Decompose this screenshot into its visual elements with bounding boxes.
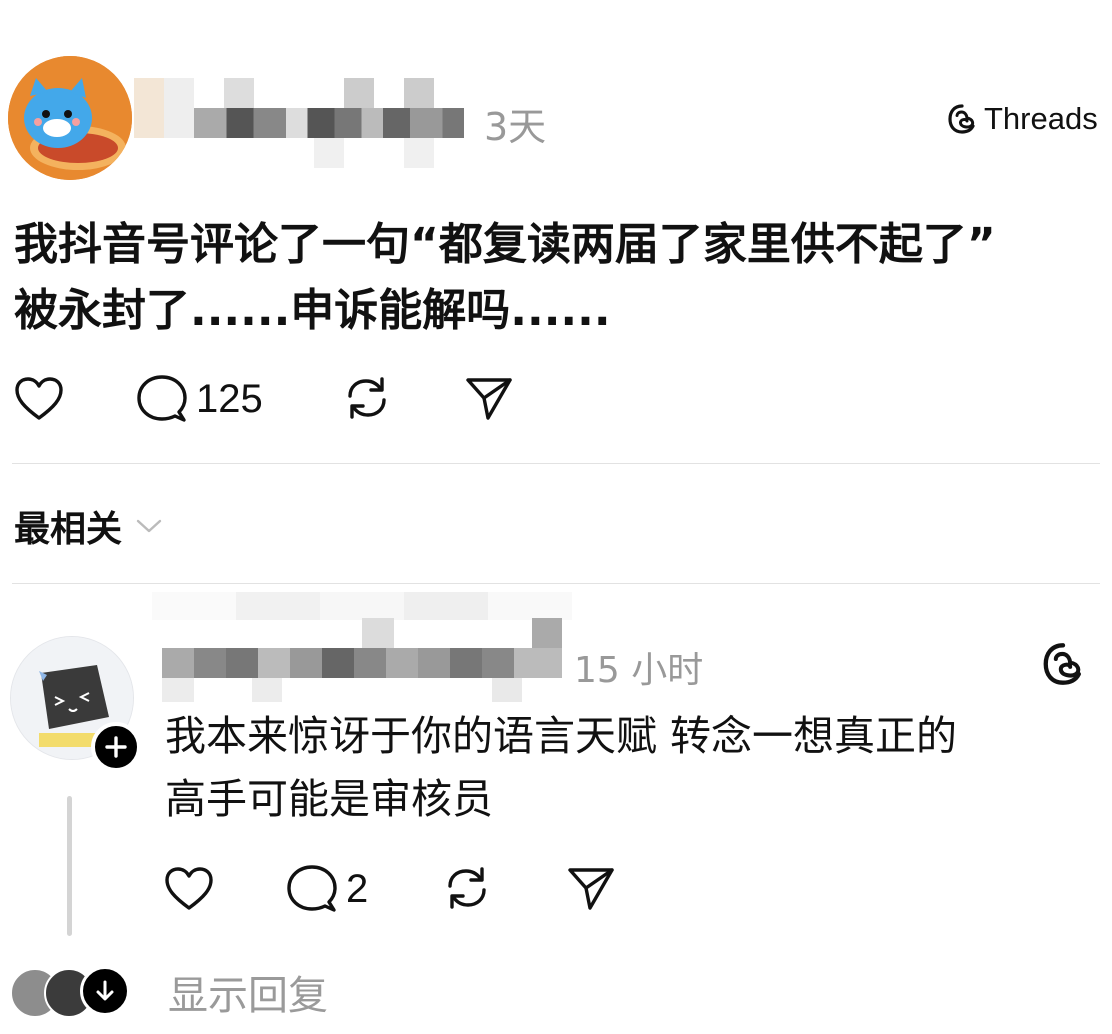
like-button[interactable] (14, 376, 64, 422)
arrow-down-icon (96, 980, 114, 1001)
sort-label: 最相关 (14, 509, 123, 550)
reply-repost-button[interactable] (442, 864, 492, 912)
repost-icon (348, 377, 386, 419)
threads-logo-icon (948, 104, 975, 134)
reply-comment-button[interactable]: 2 (286, 864, 368, 914)
reply-avatars-stack[interactable] (10, 966, 134, 1018)
post-text: 我抖音号评论了一句“都复读两届了家里供不起了” 被永封了......申诉能解吗.… (14, 212, 1104, 344)
reply-share-button[interactable] (566, 866, 616, 912)
threads-logo-icon (1043, 643, 1081, 685)
follow-plus-icon (105, 736, 127, 758)
avatar-mascot-icon (8, 56, 132, 180)
comment-icon (287, 865, 337, 912)
comment-count: 125 (196, 376, 263, 421)
comment-button[interactable]: 125 (136, 374, 263, 424)
repost-button[interactable] (342, 374, 392, 422)
threads-brand-label: Threads (984, 101, 1098, 136)
follow-button[interactable] (91, 722, 141, 772)
chevron-down-icon (136, 519, 162, 533)
post-time: 3天 (484, 105, 547, 149)
reply-text-line-1: 我本来惊讶于你的语言天赋 转念一想真正的 (165, 712, 958, 760)
share-icon (568, 868, 614, 910)
author-name-blurred[interactable] (134, 78, 464, 168)
threads-brand[interactable]: Threads (946, 101, 1098, 137)
heart-icon (165, 867, 213, 910)
reply-text: 我本来惊讶于你的语言天赋 转念一想真正的 高手可能是审核员 (165, 705, 1110, 831)
show-replies-link[interactable]: 显示回复 (168, 963, 328, 1021)
comment-icon (137, 375, 187, 422)
reply-like-button[interactable] (164, 866, 214, 912)
post-text-line-2: 被永封了......申诉能解吗...... (14, 285, 611, 336)
share-icon (466, 378, 512, 420)
share-button[interactable] (464, 376, 514, 422)
replier-name-blurred[interactable] (152, 592, 572, 702)
post-text-line-1: 我抖音号评论了一句“都复读两届了家里供不起了” (14, 219, 996, 270)
expand-replies-button[interactable] (80, 966, 130, 1016)
threads-logo-button[interactable] (1040, 641, 1086, 691)
author-avatar[interactable] (8, 56, 132, 180)
reply-text-line-2: 高手可能是审核员 (165, 775, 493, 823)
divider (12, 463, 1100, 464)
repost-icon (448, 867, 486, 909)
heart-icon (15, 377, 63, 420)
divider (12, 583, 1100, 584)
sort-dropdown[interactable]: 最相关 (14, 500, 162, 552)
reply-comment-count: 2 (346, 866, 369, 911)
reply-time: 15 小时 (574, 650, 704, 691)
thread-connector-line (67, 796, 72, 936)
